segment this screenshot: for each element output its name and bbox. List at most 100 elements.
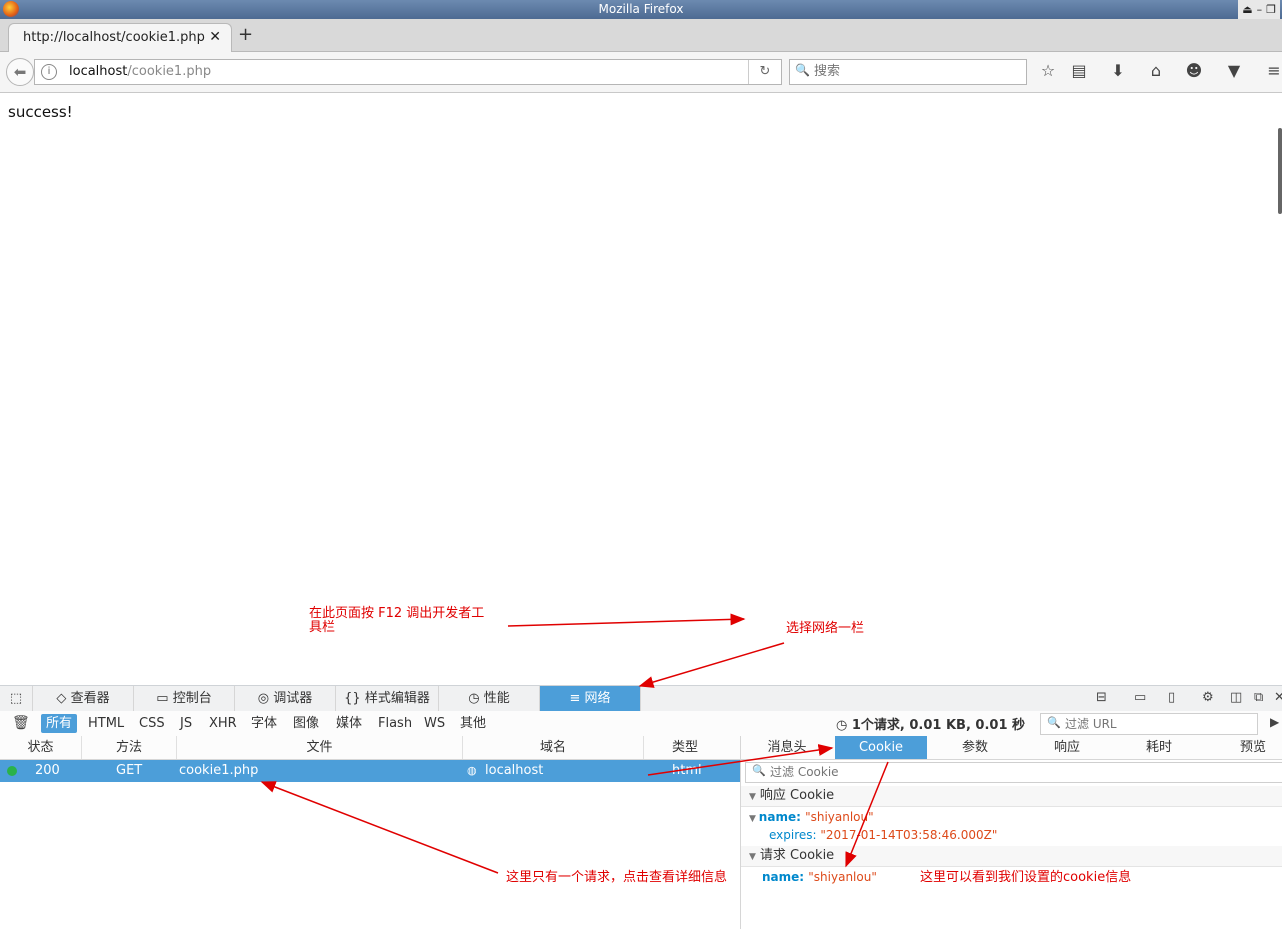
url-filter-box[interactable]: 🔍 — [1040, 713, 1258, 735]
tab-debugger[interactable]: ◎ 调试器 — [235, 686, 336, 712]
menu-icon[interactable]: ≡ — [1262, 61, 1282, 80]
request-cookie-section[interactable]: ▼ 请求 Cookie — [741, 846, 1282, 867]
tab-performance-label: 性能 — [483, 691, 510, 706]
table-row[interactable]: 200 GET cookie1.php ◍ localhost html — [0, 760, 740, 782]
request-domain: localhost — [485, 763, 544, 778]
browser-tab[interactable]: http://localhost/cookie1.php ✕ — [8, 23, 232, 52]
page-body-text: success! — [8, 103, 73, 121]
search-input[interactable] — [812, 63, 1016, 80]
request-cookie-name-row: name: "shiyanlou" — [762, 870, 877, 884]
minimize-icon[interactable]: – — [1257, 0, 1263, 19]
annotation-network: 选择网络一栏 — [786, 621, 865, 636]
tab-style-editor[interactable]: {} 样式编辑器 — [336, 686, 439, 712]
response-cookie-name-row[interactable]: ▼ name: "shiyanlou" — [749, 810, 874, 824]
response-cookie-section[interactable]: ▼ 响应 Cookie — [741, 786, 1282, 807]
filter-html[interactable]: HTML — [83, 714, 129, 733]
close-devtools-icon[interactable]: ✕ — [1274, 690, 1282, 705]
tab-timings[interactable]: 耗时 — [1113, 736, 1205, 759]
column-status[interactable]: 状态 — [0, 736, 82, 759]
search-bar[interactable]: 🔍 — [789, 59, 1027, 85]
chat-icon[interactable]: ☻ — [1182, 61, 1206, 80]
cookie-filter-search-icon: 🔍 — [752, 764, 766, 777]
filter-media[interactable]: 媒体 — [331, 714, 367, 733]
split-console-icon[interactable]: ▭ — [1134, 690, 1146, 705]
url-path: /cookie1.php — [127, 64, 212, 79]
reload-icon[interactable]: ↻ — [748, 60, 781, 84]
panel-divider[interactable] — [740, 736, 741, 929]
filter-js[interactable]: JS — [175, 714, 197, 733]
tab-debugger-label: 调试器 — [273, 691, 313, 706]
column-method[interactable]: 方法 — [82, 736, 177, 759]
tab-cookies[interactable]: Cookie — [835, 736, 927, 759]
pick-element-icon[interactable]: ⬚ — [0, 686, 33, 712]
layout-icon[interactable]: ⊟ — [1096, 690, 1107, 705]
bookmark-star-icon[interactable]: ☆ — [1036, 61, 1060, 80]
download-icon[interactable]: ⬇ — [1106, 61, 1130, 80]
gauge-icon: ◷ — [468, 691, 484, 706]
arrow-to-network-tab — [638, 642, 785, 688]
request-cookie-heading: 请求 Cookie — [759, 848, 835, 863]
filter-all[interactable]: 所有 — [41, 714, 78, 733]
new-tab-icon[interactable]: + — [238, 24, 253, 45]
tab-inspector[interactable]: ◇ 查看器 — [33, 686, 134, 712]
request-summary: ◷ 1个请求, 0.01 KB, 0.01 秒 — [836, 714, 1025, 733]
console-icon: ▭ — [156, 691, 173, 706]
column-file[interactable]: 文件 — [177, 736, 463, 759]
restore-icon[interactable]: ❐ — [1266, 0, 1276, 19]
arrow-to-request-row — [260, 781, 499, 874]
eject-icon[interactable]: ⏏ — [1242, 0, 1252, 19]
dock-side-icon[interactable]: ◫ — [1230, 690, 1242, 705]
reading-list-icon[interactable]: ▤ — [1067, 61, 1091, 80]
tab-performance[interactable]: ◷ 性能 — [439, 686, 540, 712]
tab-headers[interactable]: 消息头 — [741, 736, 833, 759]
cookie-filter-input[interactable] — [768, 764, 1072, 780]
filter-xhr[interactable]: XHR — [204, 714, 242, 733]
tab-params[interactable]: 参数 — [929, 736, 1021, 759]
trash-icon[interactable]: 🗑 — [12, 715, 30, 731]
filter-ws[interactable]: WS — [419, 714, 450, 733]
column-type[interactable]: 类型 — [644, 736, 726, 759]
responsive-icon[interactable]: ▯ — [1168, 690, 1175, 705]
response-cookie-name-value: "shiyanlou" — [805, 810, 874, 824]
tab-console-label: 控制台 — [172, 691, 212, 706]
back-button[interactable]: ⬅ — [6, 58, 34, 86]
collapse-triangle-icon: ▼ — [749, 852, 756, 862]
filter-flash[interactable]: Flash — [373, 714, 417, 733]
request-summary-text: 1个请求, 0.01 KB, 0.01 秒 — [851, 718, 1026, 733]
response-cookie-heading: 响应 Cookie — [759, 788, 835, 803]
request-table-header: 状态 方法 文件 域名 类型 — [0, 736, 740, 760]
undock-icon[interactable]: ⧉ — [1254, 690, 1263, 705]
tab-network[interactable]: ≡ 网络 — [540, 686, 641, 712]
home-icon[interactable]: ⌂ — [1144, 61, 1168, 80]
arrow-f12-to-network-label — [507, 613, 746, 627]
tab-style-editor-label: 样式编辑器 — [364, 691, 430, 706]
info-icon[interactable]: i — [41, 64, 57, 80]
status-ok-dot-icon — [7, 766, 17, 776]
window-controls: ⏏ – ❐ — [1238, 0, 1280, 19]
network-icon: ≡ — [569, 691, 585, 706]
column-domain[interactable]: 域名 — [463, 736, 644, 759]
tab-preview[interactable]: 预览 — [1207, 736, 1282, 759]
request-file: cookie1.php — [179, 763, 259, 778]
cookie-filter-box[interactable]: 🔍 — [745, 762, 1282, 783]
tab-title: http://localhost/cookie1.php — [23, 30, 205, 45]
filter-images[interactable]: 图像 — [288, 714, 324, 733]
toggle-sidebar-icon[interactable]: ▶ — [1270, 715, 1279, 729]
page-scrollbar[interactable] — [1278, 128, 1282, 214]
tab-response[interactable]: 响应 — [1021, 736, 1113, 759]
timer-icon: ◷ — [836, 718, 852, 733]
tab-console[interactable]: ▭ 控制台 — [134, 686, 235, 712]
pocket-icon[interactable]: ▼ — [1222, 61, 1246, 80]
response-cookie-name-key: name — [758, 810, 797, 824]
url-bar[interactable]: i localhost/cookie1.php ↻ — [34, 59, 782, 85]
response-cookie-expires-key: expires — [769, 828, 813, 842]
filter-css[interactable]: CSS — [134, 714, 170, 733]
settings-gear-icon[interactable]: ⚙ — [1202, 690, 1214, 705]
annotation-f12: 在此页面按 F12 调出开发者工 具栏 — [309, 606, 485, 635]
filter-other[interactable]: 其他 — [455, 714, 491, 733]
close-tab-icon[interactable]: ✕ — [209, 29, 221, 45]
url-filter-input[interactable] — [1063, 716, 1247, 732]
filter-fonts[interactable]: 字体 — [246, 714, 282, 733]
request-cookie-name-value: "shiyanlou" — [808, 870, 877, 884]
tab-strip: http://localhost/cookie1.php ✕ + — [0, 19, 1282, 52]
